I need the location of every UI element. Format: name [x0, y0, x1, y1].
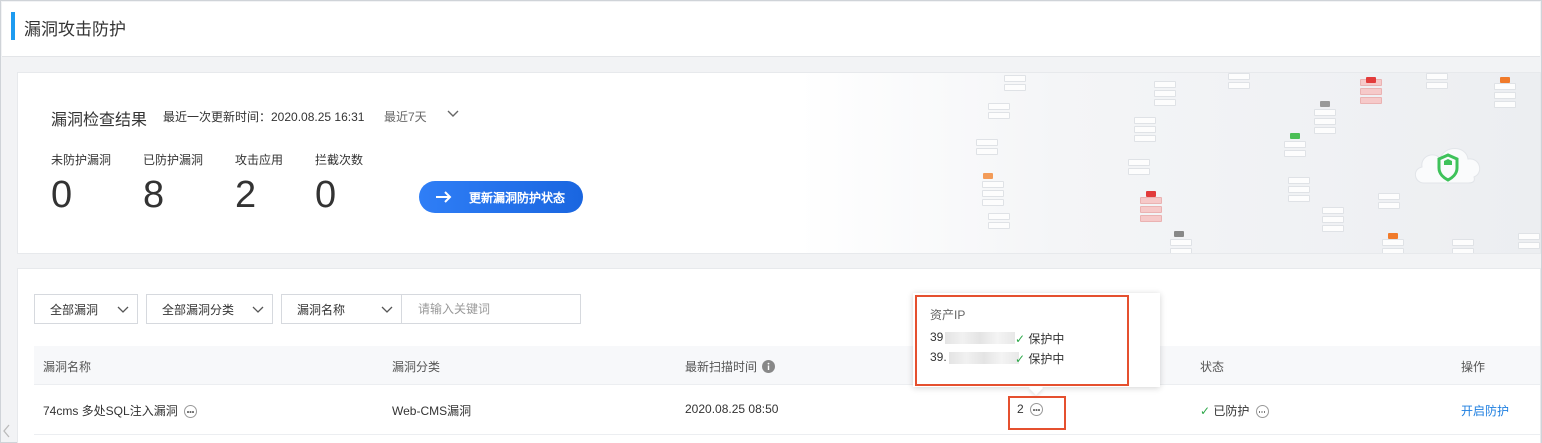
- chevron-left-icon[interactable]: [1, 401, 11, 441]
- metric-blocked: 拦截次数 0: [315, 151, 363, 217]
- info-icon[interactable]: [762, 360, 776, 373]
- chevron-down-icon[interactable]: [446, 106, 460, 120]
- time-range-select[interactable]: 最近7天: [384, 108, 427, 125]
- page-title: 漏洞攻击防护: [24, 20, 126, 39]
- last-updated: 最近一次更新时间：2020.08.25 16:31: [163, 110, 365, 124]
- metric-unprotected: 未防护漏洞 0: [51, 151, 111, 217]
- keyword-search-input[interactable]: [401, 294, 581, 324]
- highlight-box-asset-count: [1008, 396, 1066, 430]
- table-header: 漏洞名称 漏洞分类 最新扫描时间 状态 操作: [34, 346, 1540, 385]
- app-frame: 漏洞攻击防护 漏洞检查结果 最近一次更新时间：2020.08.25 16:31 …: [0, 0, 1542, 443]
- title-accent-bar: [11, 12, 15, 40]
- status-more-icon[interactable]: [1255, 405, 1269, 419]
- summary-title: 漏洞检查结果: [51, 112, 148, 129]
- metric-value: 0: [315, 174, 337, 216]
- table-row: 74cms 多处SQL注入漏洞 Web-CMS漏洞 2020.08.25 08:…: [34, 384, 1540, 435]
- page-header: 漏洞攻击防护: [2, 2, 1540, 57]
- chevron-down-icon: [117, 306, 129, 313]
- dropdown-value: 漏洞名称: [297, 302, 346, 317]
- metric-label: 拦截次数: [315, 153, 364, 167]
- vulnerability-list-panel: 全部漏洞 全部漏洞分类 漏洞名称 漏洞名称 漏洞分类 最新扫描时间 状态 操作 …: [18, 269, 1540, 443]
- metric-value: 2: [235, 174, 257, 216]
- scan-time-cell: 2020.08.25 08:50: [685, 402, 779, 416]
- check-icon: ✓: [1200, 404, 1211, 418]
- chevron-down-icon: [252, 306, 264, 313]
- metric-label: 未防护漏洞: [51, 153, 112, 167]
- col-category-header: 漏洞分类: [392, 360, 441, 374]
- col-status-header: 状态: [1200, 360, 1225, 374]
- vuln-name-cell: 74cms 多处SQL注入漏洞: [43, 402, 198, 419]
- cloud-shield-icon: [1415, 148, 1481, 184]
- metric-label: 攻击应用: [235, 153, 284, 167]
- vuln-category-cell: Web-CMS漏洞: [392, 404, 472, 418]
- metric-value: 0: [51, 174, 73, 216]
- col-action-header: 操作: [1461, 360, 1486, 374]
- vuln-name: 74cms 多处SQL注入漏洞: [43, 404, 178, 418]
- enable-protection-link[interactable]: 开启防护: [1461, 402, 1509, 419]
- vuln-category-dropdown[interactable]: 全部漏洞分类: [146, 294, 273, 324]
- metric-protected: 已防护漏洞 8: [143, 151, 203, 217]
- status-cell: ✓ 已防护: [1200, 402, 1269, 419]
- dropdown-value: 全部漏洞: [50, 302, 99, 317]
- col-scan-time-header: 最新扫描时间: [685, 358, 776, 375]
- status-text: 已防护: [1213, 404, 1250, 418]
- refresh-protection-button[interactable]: 更新漏洞防护状态: [419, 181, 583, 213]
- server-illustration: [798, 73, 1540, 253]
- col-scan-time-label: 最新扫描时间: [685, 360, 758, 374]
- summary-card: 漏洞检查结果 最近一次更新时间：2020.08.25 16:31 最近7天 未防…: [18, 73, 1540, 253]
- refresh-button-label: 更新漏洞防护状态: [469, 190, 566, 205]
- highlight-box-popover: [915, 295, 1129, 386]
- metric-label: 已防护漏洞: [143, 153, 204, 167]
- dropdown-value: 全部漏洞分类: [162, 302, 235, 317]
- chevron-down-icon: [381, 306, 393, 313]
- vuln-type-dropdown[interactable]: 全部漏洞: [34, 294, 138, 324]
- metric-value: 8: [143, 174, 165, 216]
- search-field-dropdown[interactable]: 漏洞名称: [281, 294, 402, 324]
- metric-attacked-apps: 攻击应用 2: [235, 151, 283, 217]
- more-options-icon[interactable]: [184, 405, 198, 419]
- col-name-header: 漏洞名称: [43, 360, 92, 374]
- arrow-right-icon: [436, 191, 452, 203]
